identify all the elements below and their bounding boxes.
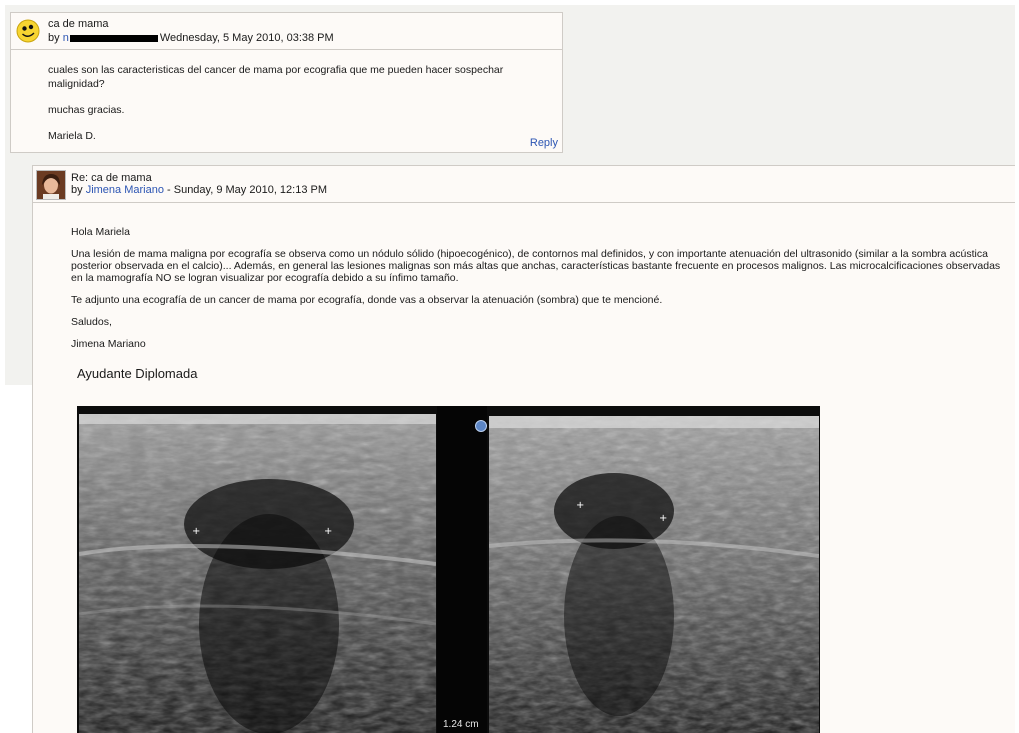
- post-subject: Re: ca de mama: [71, 172, 152, 184]
- probe-marker-icon: [475, 420, 487, 432]
- avatar[interactable]: [36, 170, 66, 200]
- reply-link[interactable]: Reply: [530, 137, 558, 149]
- post-header: ca de mama by n Wednesday, 5 May 2010, 03…: [11, 13, 562, 50]
- ultrasound-panel-right: + +: [489, 416, 819, 733]
- post-meta: by n Wednesday, 5 May 2010, 03:38 PM: [48, 32, 334, 44]
- author-link[interactable]: Jimena Mariano: [86, 184, 164, 196]
- redaction-bar: [69, 34, 158, 42]
- svg-text:+: +: [576, 500, 584, 511]
- post-paragraph: Saludos,: [71, 316, 112, 328]
- svg-text:+: +: [324, 526, 332, 537]
- post-header: Re: ca de mama by Jimena Mariano - Sunda…: [33, 166, 1015, 203]
- post-body: Hola Mariela Una lesión de mama maligna …: [71, 226, 1013, 360]
- post-meta: by Jimena Mariano - Sunday, 9 May 2010, …: [71, 184, 328, 196]
- post-date: Wednesday, 5 May 2010, 03:38 PM: [159, 32, 334, 44]
- post-paragraph: Te adjunto una ecografía de un cancer de…: [71, 294, 663, 306]
- post-paragraph: Hola Mariela: [71, 226, 130, 238]
- ultrasound-panel-left: + +: [79, 414, 436, 733]
- post-paragraph: Una lesión de mama maligna por ecografía…: [71, 248, 1001, 284]
- signature: Ayudante Diplomada: [77, 366, 198, 381]
- post-subject: ca de mama: [48, 18, 109, 30]
- svg-text:+: +: [659, 513, 667, 524]
- image-divider: [437, 406, 487, 733]
- post-paragraph: muchas gracias.: [48, 104, 125, 116]
- ultrasound-image: + + + + 1.24 cm: [77, 406, 820, 733]
- forum-post-original: ca de mama by n Wednesday, 5 May 2010, 03…: [10, 12, 563, 153]
- scale-label: 1.24 cm: [443, 719, 479, 730]
- post-date: Sunday, 9 May 2010, 12:13 PM: [173, 184, 328, 196]
- post-body: cuales son las caracteristicas del cance…: [48, 63, 562, 155]
- post-paragraph: cuales son las caracteristicas del cance…: [48, 64, 504, 90]
- post-paragraph: Jimena Mariano: [71, 338, 146, 350]
- smiley-icon: [16, 19, 40, 43]
- author-link[interactable]: n: [63, 32, 69, 44]
- svg-text:+: +: [192, 526, 200, 537]
- post-paragraph: Mariela D.: [48, 130, 96, 142]
